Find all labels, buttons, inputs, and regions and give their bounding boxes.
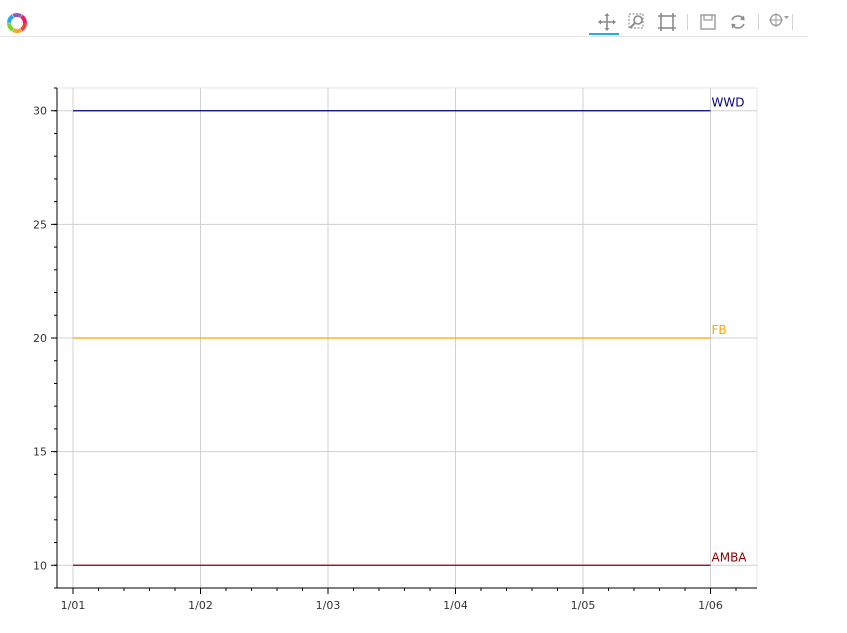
y-tick-label: 15 — [33, 446, 47, 459]
x-tick-label: 1/06 — [698, 599, 723, 612]
y-tick-label: 10 — [33, 559, 47, 572]
x-tick-label: 1/02 — [188, 599, 213, 612]
y-tick-label: 30 — [33, 105, 47, 118]
x-axis: 1/01 1/02 1/03 1/04 1/05 1/06 — [57, 587, 757, 612]
series-label-wwd: WWD — [712, 96, 745, 110]
y-axis: 10 15 20 25 30 — [33, 87, 58, 589]
y-tick-label: 25 — [33, 218, 47, 231]
x-tick-label: 1/01 — [61, 599, 86, 612]
y-tick-label: 20 — [33, 332, 47, 345]
x-tick-label: 1/03 — [316, 599, 341, 612]
chart-canvas[interactable]: WWD FB AMBA 1/01 1/02 1/03 1/04 1/05 1/06 10 15 2… — [0, 0, 847, 633]
series-label-fb: FB — [712, 323, 727, 337]
series-label-amba: AMBA — [712, 550, 748, 564]
x-tick-label: 1/05 — [571, 599, 596, 612]
x-tick-label: 1/04 — [443, 599, 468, 612]
